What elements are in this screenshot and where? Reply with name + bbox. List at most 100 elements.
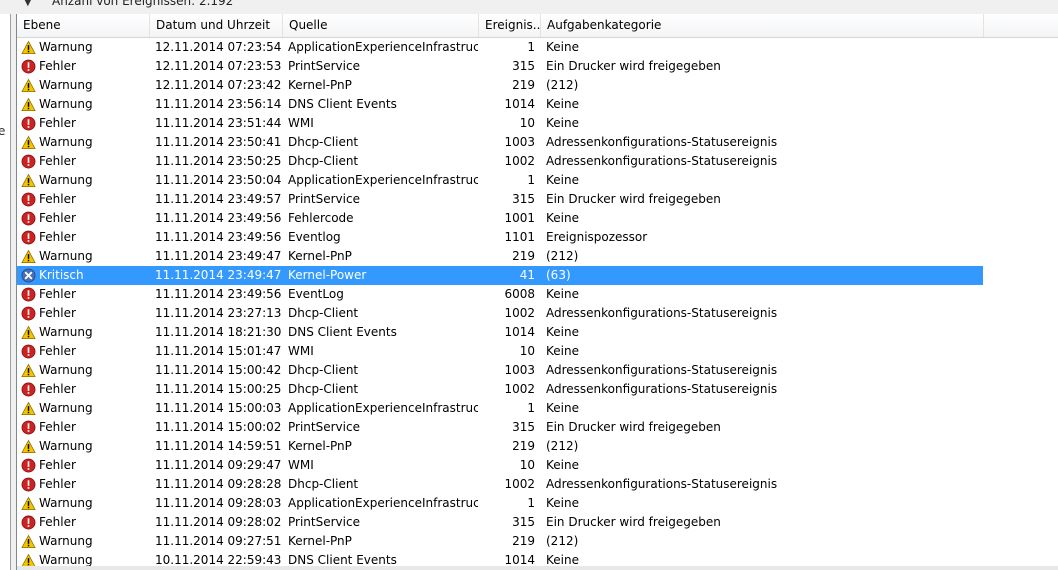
level-text: Fehler xyxy=(39,211,76,225)
error-icon xyxy=(21,306,36,321)
date-cell: 11.11.2014 23:49:56 xyxy=(155,230,282,244)
category-cell: Adressenkonfigurations-Statusereignis xyxy=(546,382,778,396)
level-text: Fehler xyxy=(39,420,76,434)
level-cell: Fehler xyxy=(21,57,147,76)
tree-item-fragment[interactable]: e xyxy=(0,124,5,138)
table-row[interactable]: Fehler 12.11.2014 07:23:53 PrintService 315… xyxy=(17,57,983,76)
level-cell: Warnung xyxy=(21,95,147,114)
date-cell: 11.11.2014 09:28:03 xyxy=(155,496,282,510)
category-cell: (212) xyxy=(546,78,579,92)
navigation-tree-pane[interactable]: e xyxy=(0,14,11,570)
level-cell: Fehler xyxy=(21,285,147,304)
level-cell: Warnung xyxy=(21,171,147,190)
date-cell: 11.11.2014 23:51:44 xyxy=(155,116,282,130)
table-row[interactable]: Warnung 11.11.2014 23:49:47 Kernel-PnP 219 (… xyxy=(17,247,983,266)
event-rows: Warnung 12.11.2014 07:23:54 ApplicationExp… xyxy=(17,38,983,570)
table-row[interactable]: Warnung 12.11.2014 07:23:42 Kernel-PnP 219 (… xyxy=(17,76,983,95)
warning-icon xyxy=(21,496,36,511)
category-cell: Keine xyxy=(546,496,579,510)
level-text: Warnung xyxy=(39,534,93,548)
table-row[interactable]: Kritisch 11.11.2014 23:49:47 Kernel-Power 4… xyxy=(17,266,983,285)
date-cell: 11.11.2014 09:28:28 xyxy=(155,477,282,491)
category-cell: (212) xyxy=(546,439,579,453)
source-cell: Dhcp-Client xyxy=(288,363,359,377)
event-list-header: Ebene Datum und Uhrzeit Quelle Ereignis.… xyxy=(17,14,1058,38)
category-cell: (212) xyxy=(546,249,579,263)
category-cell: Keine xyxy=(546,211,579,225)
level-cell: Warnung xyxy=(21,494,147,513)
table-row[interactable]: Warnung 11.11.2014 23:50:04 ApplicationExp… xyxy=(17,171,983,190)
error-icon xyxy=(21,382,36,397)
level-cell: Fehler xyxy=(21,228,147,247)
column-header-source[interactable]: Quelle xyxy=(283,14,479,37)
category-cell: Keine xyxy=(546,344,579,358)
level-cell: Fehler xyxy=(21,152,147,171)
column-header-event-id[interactable]: Ereignis... xyxy=(479,14,541,37)
table-row[interactable]: Warnung 11.11.2014 23:50:41 Dhcp-Client 100… xyxy=(17,133,983,152)
error-icon xyxy=(21,458,36,473)
level-cell: Fehler xyxy=(21,209,147,228)
source-cell: Dhcp-Client xyxy=(288,306,359,320)
table-row[interactable]: Warnung 12.11.2014 07:23:54 ApplicationExp… xyxy=(17,38,983,57)
source-cell: Dhcp-Client xyxy=(288,382,359,396)
table-row[interactable]: Fehler 11.11.2014 15:01:47 WMI 10 Keine xyxy=(17,342,983,361)
table-row[interactable]: Fehler 11.11.2014 23:50:25 Dhcp-Client 1002… xyxy=(17,152,983,171)
table-row[interactable]: Fehler 11.11.2014 23:51:44 WMI 10 Keine xyxy=(17,114,983,133)
level-cell: Warnung xyxy=(21,247,147,266)
column-header-date[interactable]: Datum und Uhrzeit xyxy=(150,14,283,37)
table-row[interactable]: Fehler 11.11.2014 09:29:47 WMI 10 Keine xyxy=(17,456,983,475)
error-icon xyxy=(21,515,36,530)
source-cell: ApplicationExperienceInfrastruct... xyxy=(288,401,478,415)
error-icon xyxy=(21,477,36,492)
source-cell: Kernel-PnP xyxy=(288,439,352,453)
table-row[interactable]: Fehler 11.11.2014 23:49:56 EventLog 6008 Kei… xyxy=(17,285,983,304)
event-list[interactable]: Ebene Datum und Uhrzeit Quelle Ereignis.… xyxy=(16,14,1058,570)
level-cell: Fehler xyxy=(21,513,147,532)
event-id-cell: 1002 xyxy=(504,382,535,396)
level-text: Fehler xyxy=(39,287,76,301)
table-row[interactable]: Warnung 11.11.2014 23:56:14 DNS Client Eve… xyxy=(17,95,983,114)
column-header-level[interactable]: Ebene xyxy=(17,14,150,37)
level-text: Fehler xyxy=(39,154,76,168)
source-cell: Eventlog xyxy=(288,230,341,244)
level-text: Kritisch xyxy=(39,268,84,282)
category-cell: Adressenkonfigurations-Statusereignis xyxy=(546,477,778,491)
table-row[interactable]: Fehler 11.11.2014 15:00:25 Dhcp-Client 1002… xyxy=(17,380,983,399)
table-row[interactable]: Fehler 11.11.2014 23:49:56 Fehlercode 1001 K… xyxy=(17,209,983,228)
level-cell: Warnung xyxy=(21,133,147,152)
column-header-category[interactable]: Aufgabenkategorie xyxy=(541,14,984,37)
table-row[interactable]: Warnung 11.11.2014 09:28:03 ApplicationExp… xyxy=(17,494,983,513)
table-row[interactable]: Fehler 11.11.2014 09:28:02 PrintService 315… xyxy=(17,513,983,532)
warning-icon xyxy=(21,249,36,264)
event-id-cell: 1002 xyxy=(504,477,535,491)
table-row[interactable]: Warnung 11.11.2014 14:59:51 Kernel-PnP 219 (… xyxy=(17,437,983,456)
table-row[interactable]: Fehler 11.11.2014 23:49:56 Eventlog 1101 Ere… xyxy=(17,228,983,247)
horizontal-scrollbar[interactable] xyxy=(17,566,1058,570)
table-row[interactable]: Warnung 11.11.2014 15:00:42 Dhcp-Client 100… xyxy=(17,361,983,380)
table-row[interactable]: Warnung 11.11.2014 18:21:30 DNS Client Eve… xyxy=(17,323,983,342)
date-cell: 11.11.2014 23:56:14 xyxy=(155,97,282,111)
category-cell: Keine xyxy=(546,97,579,111)
table-row[interactable]: Fehler 11.11.2014 23:27:13 Dhcp-Client 1002… xyxy=(17,304,983,323)
category-cell: Keine xyxy=(546,40,579,54)
level-text: Warnung xyxy=(39,496,93,510)
level-text: Fehler xyxy=(39,344,76,358)
level-cell: Warnung xyxy=(21,323,147,342)
source-cell: Dhcp-Client xyxy=(288,135,359,149)
warning-icon xyxy=(21,40,36,55)
level-text: Warnung xyxy=(39,325,93,339)
table-row[interactable]: Fehler 11.11.2014 23:49:57 PrintService 315… xyxy=(17,190,983,209)
table-row[interactable]: Warnung 11.11.2014 09:27:51 Kernel-PnP 219 (… xyxy=(17,532,983,551)
event-id-cell: 10 xyxy=(519,344,535,358)
table-row[interactable]: Fehler 11.11.2014 09:28:28 Dhcp-Client 1002… xyxy=(17,475,983,494)
source-cell: Kernel-PnP xyxy=(288,534,352,548)
event-id-cell: 1 xyxy=(527,173,535,187)
table-row[interactable]: Warnung 11.11.2014 15:00:03 ApplicationExp… xyxy=(17,399,983,418)
warning-icon xyxy=(21,325,36,340)
category-cell: Keine xyxy=(546,287,579,301)
event-id-cell: 315 xyxy=(512,420,535,434)
date-cell: 11.11.2014 23:27:13 xyxy=(155,306,282,320)
event-viewer-window: ▼ Anzahl von Ereignissen: 2.192 e Ebene … xyxy=(0,0,1058,570)
date-cell: 11.11.2014 15:00:42 xyxy=(155,363,282,377)
table-row[interactable]: Fehler 11.11.2014 15:00:02 PrintService 315… xyxy=(17,418,983,437)
